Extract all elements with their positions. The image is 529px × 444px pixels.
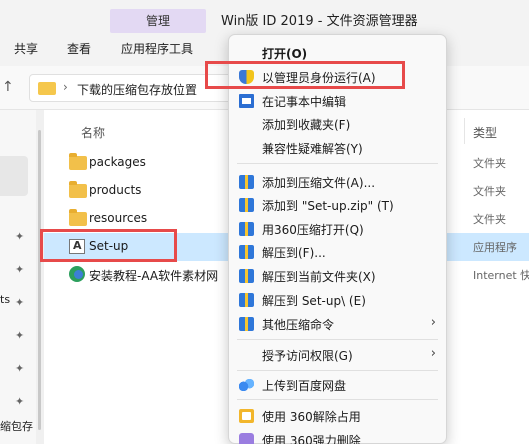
setup-highlight-box (40, 229, 177, 262)
archive-icon (239, 317, 254, 331)
scrollbar-thumb[interactable] (38, 130, 41, 430)
menu-separator (237, 339, 438, 340)
360-unlock-icon (239, 409, 254, 423)
menu-item-label: 添加到压缩文件(A)... (262, 176, 376, 190)
nav-item-label[interactable]: 缩包存 (0, 418, 33, 434)
breadcrumb-separator: › (63, 80, 68, 94)
folder-icon (69, 153, 87, 170)
navigation-pane: ✦ ✦ ✦ ✦ ✦ ✦ ts 缩包存 (0, 110, 36, 444)
archive-icon (239, 245, 254, 259)
pin-icon[interactable]: ✦ (15, 230, 24, 243)
pin-icon[interactable]: ✦ (15, 329, 24, 342)
menu-item-label: 上传到百度网盘 (262, 379, 347, 393)
tab-manage[interactable]: 管理 (110, 9, 206, 33)
file-type: 文件夹 (473, 157, 506, 170)
file-type: 应用程序 (473, 241, 517, 254)
archive-icon (239, 293, 254, 307)
menu-item-extract-to[interactable]: 解压到(F)... (229, 239, 446, 265)
tab-view[interactable]: 查看 (67, 40, 91, 57)
file-name: products (89, 183, 142, 197)
menu-item-label: 解压到 Set-up\ (E) (262, 294, 366, 308)
menu-item-label: 打开(O) (262, 47, 308, 61)
notepad-icon (239, 94, 254, 108)
column-type-header[interactable]: 类型 (473, 124, 497, 141)
pin-icon[interactable]: ✦ (15, 263, 24, 276)
menu-item-label: 兼容性疑难解答(Y) (262, 142, 363, 156)
file-name: resources (89, 211, 148, 225)
tab-share[interactable]: 共享 (14, 40, 38, 57)
menu-item-label: 使用 360解除占用 (262, 410, 361, 424)
menu-item-troubleshoot[interactable]: 兼容性疑难解答(Y) (229, 135, 446, 161)
run-as-admin-highlight-box (205, 61, 405, 89)
column-name-header[interactable]: 名称 (81, 124, 105, 141)
menu-item-upload-baidu[interactable]: 上传到百度网盘 (229, 372, 446, 398)
nav-item-label[interactable]: ts (0, 293, 10, 306)
menu-separator (237, 399, 438, 400)
folder-icon (38, 82, 56, 95)
menu-item-label: 使用 360强力删除 (262, 434, 361, 444)
menu-item-grant-access[interactable]: 授予访问权限(G) › (229, 342, 446, 368)
archive-icon (239, 222, 254, 236)
menu-item-add-favorites[interactable]: 添加到收藏夹(F) (229, 111, 446, 137)
file-type: 文件夹 (473, 185, 506, 198)
menu-item-label: 解压到(F)... (262, 246, 326, 260)
archive-icon (239, 175, 254, 189)
context-menu: 打开(O) 以管理员身份运行(A) 在记事本中编辑 添加到收藏夹(F) 兼容性疑… (228, 34, 447, 444)
pin-icon[interactable]: ✦ (15, 362, 24, 375)
menu-separator (237, 370, 438, 371)
folder-icon (69, 209, 87, 226)
file-name: packages (89, 155, 146, 169)
360-delete-icon (239, 433, 254, 444)
pin-icon[interactable]: ✦ (15, 296, 24, 309)
file-type: 文件夹 (473, 213, 506, 226)
nav-scrollbar[interactable] (36, 110, 44, 444)
folder-icon (69, 181, 87, 198)
menu-item-label: 添加到收藏夹(F) (262, 118, 351, 132)
up-arrow-icon[interactable]: ↑ (2, 79, 14, 95)
internet-shortcut-icon (69, 266, 85, 282)
menu-item-360-delete[interactable]: 使用 360强力删除 (229, 427, 446, 444)
title-bar: 管理 Win版 ID 2019 - 文件资源管理器 (0, 0, 529, 34)
baidu-netdisk-icon (239, 378, 254, 392)
chevron-right-icon: › (430, 346, 436, 361)
menu-item-extract-setup[interactable]: 解压到 Set-up\ (E) (229, 287, 446, 313)
menu-item-label: 授予访问权限(G) (262, 349, 353, 363)
menu-separator (237, 163, 438, 164)
breadcrumb-folder[interactable]: 下载的压缩包存放位置 (77, 81, 197, 98)
menu-item-label: 在记事本中编辑 (262, 95, 347, 109)
menu-item-label: 添加到 "Set-up.zip" (T) (262, 199, 394, 213)
file-name: 安装教程-AA软件素材网 (89, 269, 219, 283)
menu-item-label: 用360压缩打开(Q) (262, 223, 364, 237)
menu-item-more-archive[interactable]: 其他压缩命令 › (229, 311, 446, 337)
archive-icon (239, 198, 254, 212)
column-divider[interactable] (464, 118, 465, 144)
pin-icon[interactable]: ✦ (15, 395, 24, 408)
tab-app-tools[interactable]: 应用程序工具 (121, 40, 193, 57)
chevron-right-icon: › (430, 315, 436, 330)
menu-item-label: 其他压缩命令 (262, 318, 335, 332)
archive-icon (239, 269, 254, 283)
nav-selected-item[interactable] (0, 156, 28, 196)
window-title: Win版 ID 2019 - 文件资源管理器 (221, 14, 418, 29)
menu-item-label: 解压到当前文件夹(X) (262, 270, 376, 284)
menu-item-add-zip[interactable]: 添加到 "Set-up.zip" (T) (229, 192, 446, 218)
file-type: Internet 快 (473, 269, 529, 282)
menu-item-360-unlock[interactable]: 使用 360解除占用 (229, 403, 446, 429)
menu-item-extract-here[interactable]: 解压到当前文件夹(X) (229, 263, 446, 289)
